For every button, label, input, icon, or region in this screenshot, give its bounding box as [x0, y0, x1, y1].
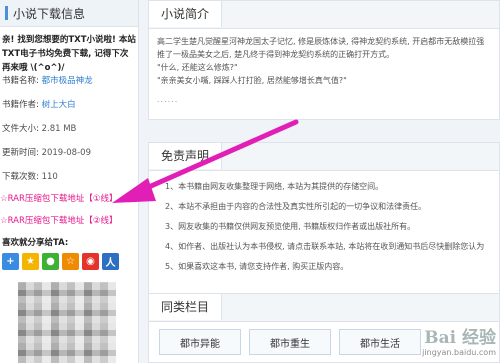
info-row-book-name: 书籍名称: 都市极品神龙	[2, 74, 93, 86]
author-link[interactable]: 树上大白	[42, 100, 76, 110]
download-info-header: 小说下载信息	[0, 0, 138, 27]
baidu-jingyan-watermark: Bai 经验 jingyan.baidu.com	[422, 323, 496, 357]
related-tag-urban-life[interactable]: 都市生活	[339, 329, 421, 355]
qr-code-image	[18, 282, 116, 363]
file-size-value: 2.81 MB	[41, 124, 77, 134]
related-tabbar: 同类栏目	[149, 294, 499, 322]
novel-intro-panel: 小说简介 高二学生楚凡觉醒星河神龙国太子记忆, 修是辰炼体诀, 得神龙契约系统,…	[148, 0, 500, 120]
renren-icon[interactable]: 人	[102, 253, 119, 270]
tab-novel-intro[interactable]: 小说简介	[149, 1, 223, 27]
weibo-icon[interactable]: ◉	[82, 253, 99, 270]
info-label: 更新时间:	[2, 148, 39, 158]
disclaimer-list: 1、本书籍由网友收集整理于网络, 本站为其提供的存储空间。 2、本站不承担由于内…	[149, 177, 499, 277]
disclaimer-item: 2、本站不承担由于内容的合法性及真实性所引起的一切争议和法律责任。	[165, 202, 427, 211]
disclaimer-item: 4、如作者、出版社认为本书侵权, 请点击联系本站, 本站将在收到通知书后尽快删除…	[165, 242, 485, 251]
header-accent-bar	[5, 6, 8, 20]
info-label: 书籍作者:	[2, 100, 39, 110]
info-row-update-time: 更新时间: 2019-08-09	[2, 146, 91, 158]
watermark-logo: Bai 经验	[424, 328, 496, 348]
share-icon-bar: + ★ ● ☆ ◉ 人	[2, 253, 119, 270]
qzone-icon[interactable]: ★	[22, 253, 39, 270]
rar-download-link-1[interactable]: ☆RAR压缩包下载地址【①线】	[0, 192, 118, 204]
tab-related[interactable]: 同类栏目	[149, 294, 223, 320]
wechat-icon[interactable]: ●	[42, 253, 59, 270]
download-info-title: 小说下载信息	[13, 6, 86, 21]
info-label: 文件大小:	[2, 124, 39, 134]
related-tag-urban-ability[interactable]: 都市异能	[159, 329, 241, 355]
star-icon[interactable]: ☆	[62, 253, 79, 270]
info-label: 书籍名称:	[2, 76, 39, 86]
intro-quote-2: "亲亲美女小嘴, 踩踩人打打脸, 居然能够增长真气值?"	[157, 76, 347, 85]
download-intro-text: 亲! 找到您想要的TXT小说啦! 本站TXT电子书均免费下载, 记得下次再来哦 …	[2, 35, 136, 73]
disclaimer-tabbar: 免责声明	[149, 143, 499, 171]
disclaimer-item: 3、网友收集的书籍仅供网友预览使用, 书籍版权归作者或出版社所有。	[165, 222, 416, 231]
tab-disclaimer[interactable]: 免责声明	[149, 143, 223, 169]
disclaimer-item: 5、如果喜欢这本书, 请您支持作者, 购买正版内容。	[165, 262, 349, 271]
update-time-value: 2019-08-09	[41, 148, 91, 158]
novel-intro-tabbar: 小说简介	[149, 1, 499, 29]
book-name-link[interactable]: 都市极品神龙	[42, 76, 93, 86]
rar-download-link-2[interactable]: ☆RAR压缩包下载地址【②线】	[0, 214, 118, 226]
info-row-author: 书籍作者: 树上大白	[2, 98, 76, 110]
watermark-url: jingyan.baidu.com	[422, 348, 496, 357]
intro-paragraph: 高二学生楚凡觉醒星河神龙国太子记忆, 修是辰炼体诀, 得神龙契约系统, 开启都市…	[157, 37, 485, 59]
share-title: 喜欢就分享给TA:	[2, 238, 69, 248]
info-row-file-size: 文件大小: 2.81 MB	[2, 122, 76, 134]
related-tag-urban-rebirth[interactable]: 都市重生	[249, 329, 331, 355]
download-info-panel: 小说下载信息 亲! 找到您想要的TXT小说啦! 本站TXT电子书均免费下载, 记…	[0, 0, 139, 363]
disclaimer-panel: 免责声明 1、本书籍由网友收集整理于网络, 本站为其提供的存储空间。 2、本站不…	[148, 142, 500, 294]
intro-ellipsis: ......	[157, 95, 179, 104]
disclaimer-item: 1、本书籍由网友收集整理于网络, 本站为其提供的存储空间。	[165, 182, 384, 191]
info-row-download-count: 下载次数: 110	[2, 170, 58, 182]
download-count-value: 110	[41, 172, 58, 182]
novel-intro-body: 高二学生楚凡觉醒星河神龙国太子记忆, 修是辰炼体诀, 得神龙契约系统, 开启都市…	[149, 29, 499, 112]
intro-quote-1: "什么, 还能这么修炼?"	[157, 63, 238, 72]
plus-icon[interactable]: +	[2, 253, 19, 270]
info-label: 下载次数:	[2, 172, 39, 182]
